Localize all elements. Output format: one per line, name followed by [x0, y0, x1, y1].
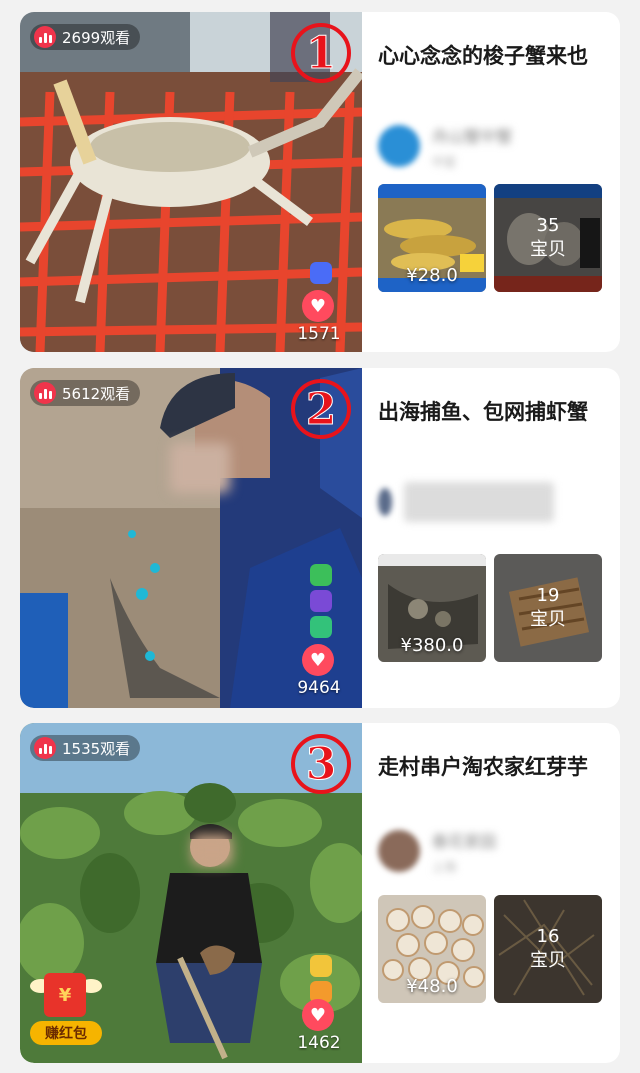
shop-avatar[interactable] — [378, 125, 420, 167]
card-info: 出海捕鱼、包网捕虾蟹 ¥380.0 19 宝贝 — [378, 368, 610, 708]
product-count-label: 宝贝 — [530, 239, 566, 260]
red-packet-label: 赚红包 — [30, 1021, 102, 1045]
more-products-overlay: 35 宝贝 — [494, 184, 602, 292]
product-price: ¥28.0 — [406, 265, 458, 286]
product-price: ¥380.0 — [400, 635, 464, 656]
like-count: 1462 — [297, 1033, 341, 1053]
bar-chart-icon — [34, 26, 56, 48]
product-list: ¥380.0 19 宝贝 — [378, 554, 610, 664]
views-count: 2699观看 — [62, 28, 131, 47]
shop-row[interactable]: 舟山蟹中蟹 中宣 — [378, 118, 610, 174]
product-count: 16 — [536, 926, 560, 947]
star-icon — [310, 590, 332, 612]
like-button[interactable]: ♥ — [302, 999, 334, 1031]
live-thumbnail[interactable]: 2699观看 1 ♥ 1571 — [20, 12, 362, 352]
rank-number: 1 — [305, 27, 337, 79]
heart-icon: ♥ — [309, 1004, 327, 1026]
shop-avatar[interactable] — [378, 830, 420, 872]
thumbs-up-icon — [310, 955, 332, 977]
product-count: 19 — [536, 585, 560, 606]
rank-number: 2 — [305, 383, 337, 435]
more-products-overlay: 19 宝贝 — [494, 554, 602, 662]
live-title[interactable]: 心心念念的梭子蟹来也 — [378, 40, 610, 72]
heart-icon: ♥ — [309, 295, 327, 317]
like-count: 1571 — [297, 324, 341, 344]
floating-gift-icons — [310, 262, 340, 288]
live-thumbnail[interactable]: 5612观看 2 ♥ 9464 — [20, 368, 362, 708]
product-list: ¥28.0 35 宝贝 — [378, 184, 610, 294]
views-badge: 5612观看 — [30, 380, 141, 406]
bar-chart-icon — [34, 382, 56, 404]
card-info: 走村串户淘农家红芽芋 春花家园 上海 ¥48.0 16 宝贝 — [378, 723, 610, 1063]
gift-icon — [310, 564, 332, 586]
like-button[interactable]: ♥ — [302, 290, 334, 322]
blurred-shop-info — [404, 482, 554, 522]
shop-text: 舟山蟹中蟹 中宣 — [432, 123, 512, 170]
rocket-icon — [310, 616, 332, 638]
shop-avatar[interactable] — [378, 488, 392, 516]
rank-badge: 3 — [288, 731, 354, 797]
product-count-label: 宝贝 — [530, 950, 566, 971]
shop-row[interactable] — [378, 474, 610, 530]
shop-subtitle: 上海 — [432, 859, 457, 874]
live-card[interactable]: 2699观看 1 ♥ 1571 心心念念的梭子蟹来也 舟山蟹中蟹 中宣 ¥28.… — [20, 12, 620, 352]
live-title[interactable]: 出海捕鱼、包网捕虾蟹 — [378, 396, 610, 428]
product-more[interactable]: 19 宝贝 — [494, 554, 602, 662]
product-more[interactable]: 35 宝贝 — [494, 184, 602, 292]
shop-name: 舟山蟹中蟹 — [432, 126, 513, 146]
live-card[interactable]: 1535观看 3 ¥ 赚红包 ♥ 1462 走村串户淘农家红芽芋 春花家园 上海… — [20, 723, 620, 1063]
views-badge: 2699观看 — [30, 24, 141, 50]
heart-icon: ♥ — [309, 649, 327, 671]
rank-number: 3 — [305, 738, 337, 790]
product-count: 35 — [536, 215, 560, 236]
shop-name: 春花家园 — [432, 831, 497, 851]
red-envelope-icon: ¥ — [44, 973, 86, 1017]
product-more[interactable]: 16 宝贝 — [494, 895, 602, 1003]
views-count: 1535观看 — [62, 739, 131, 758]
views-count: 5612观看 — [62, 384, 131, 403]
blurred-face — [192, 835, 232, 865]
product-thumbnail[interactable]: ¥28.0 — [378, 184, 486, 292]
more-products-overlay: 16 宝贝 — [494, 895, 602, 1003]
bar-chart-icon — [34, 737, 56, 759]
live-title[interactable]: 走村串户淘农家红芽芋 — [378, 751, 610, 783]
like-count: 9464 — [297, 678, 341, 698]
views-badge: 1535观看 — [30, 735, 141, 761]
shop-subtitle: 中宣 — [432, 154, 457, 169]
like-button[interactable]: ♥ — [302, 644, 334, 676]
live-card[interactable]: 5612观看 2 ♥ 9464 出海捕鱼、包网捕虾蟹 ¥380.0 19 宝贝 — [20, 368, 620, 708]
product-thumbnail[interactable]: ¥48.0 — [378, 895, 486, 1003]
live-feed: 2699观看 1 ♥ 1571 心心念念的梭子蟹来也 舟山蟹中蟹 中宣 ¥28.… — [0, 0, 640, 1073]
shop-row[interactable]: 春花家园 上海 — [378, 823, 610, 879]
rank-badge: 2 — [288, 376, 354, 442]
product-thumbnail[interactable]: ¥380.0 — [378, 554, 486, 662]
product-count-label: 宝贝 — [530, 609, 566, 630]
red-packet-button[interactable]: ¥ 赚红包 — [30, 973, 102, 1051]
product-price: ¥48.0 — [406, 976, 458, 997]
rank-badge: 1 — [288, 20, 354, 86]
live-thumbnail[interactable]: 1535观看 3 ¥ 赚红包 ♥ 1462 — [20, 723, 362, 1063]
gift-icon — [310, 262, 332, 284]
card-info: 心心念念的梭子蟹来也 舟山蟹中蟹 中宣 ¥28.0 35 宝贝 — [378, 12, 610, 352]
blurred-face — [170, 443, 230, 493]
product-list: ¥48.0 16 宝贝 — [378, 895, 610, 1005]
floating-gift-icons — [310, 564, 340, 642]
shop-text: 春花家园 上海 — [432, 828, 496, 875]
